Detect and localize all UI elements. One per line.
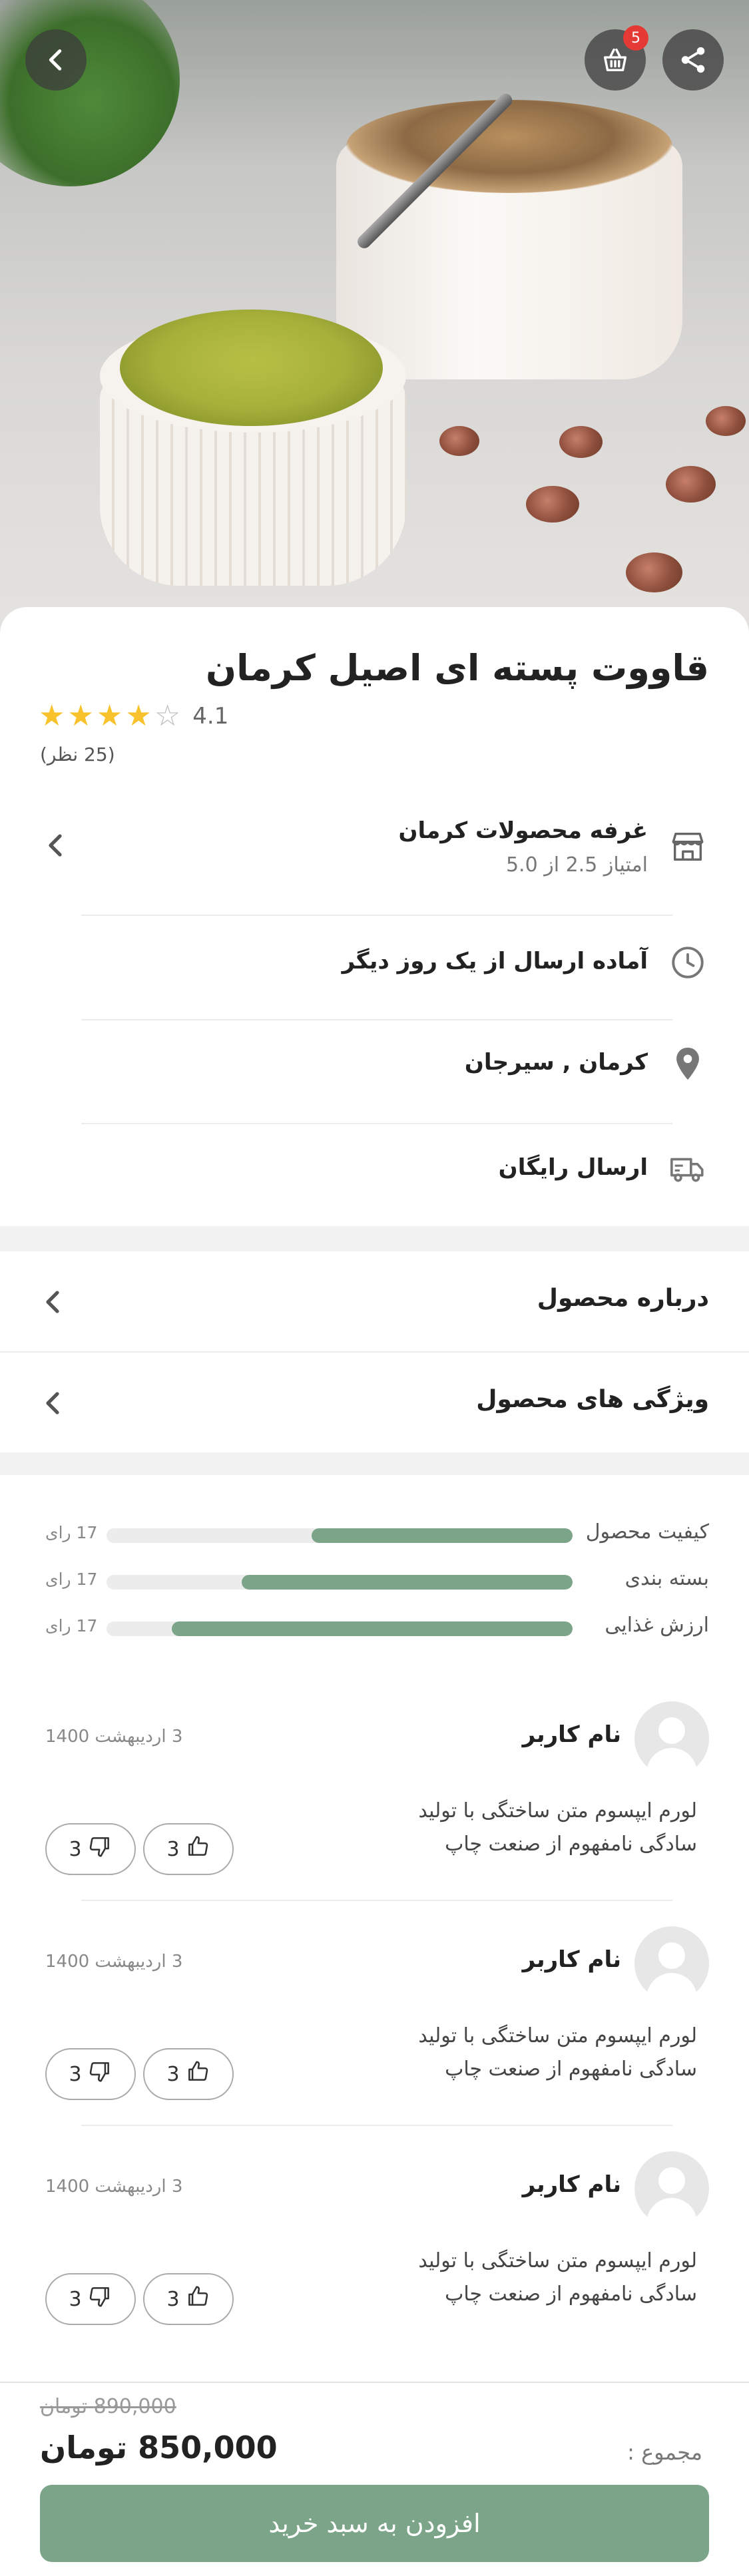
- share-icon: [681, 47, 705, 73]
- rating-bar-row: کیفیت محصول 17 رای: [40, 1520, 709, 1547]
- thumbs-down-icon: [87, 1834, 113, 1864]
- rating-bar-votes: 17 رای: [45, 1570, 98, 1589]
- truck-icon: [666, 1148, 709, 1190]
- back-button[interactable]: [25, 29, 87, 91]
- dislike-count: 3: [69, 2287, 82, 2311]
- product-features-row[interactable]: ویژگی های محصول: [0, 1353, 749, 1452]
- cart-button[interactable]: 5: [585, 25, 648, 91]
- dislike-count: 3: [69, 1837, 82, 1861]
- review-text: لورم ایپسوم متن ساختگی با تولید سادگی نا…: [418, 2249, 697, 2306]
- product-image: [0, 0, 749, 666]
- review-date: 3 اردیبهشت 1400: [45, 2177, 183, 2197]
- share-button[interactable]: [662, 29, 724, 91]
- like-button[interactable]: 3: [143, 1823, 234, 1875]
- dislike-button[interactable]: 3: [45, 2273, 136, 2325]
- thumbs-up-icon: [185, 1834, 210, 1864]
- shipping-text: ارسال رایگان: [498, 1154, 648, 1181]
- chevron-left-icon: [46, 1392, 59, 1414]
- like-button[interactable]: 3: [143, 2048, 234, 2100]
- like-count: 3: [166, 2287, 180, 2311]
- dislike-count: 3: [69, 2062, 82, 2086]
- about-product-label: درباره محصول: [537, 1285, 709, 1312]
- shipping-time-row: آماده ارسال از یک روز دیگر: [40, 923, 709, 1002]
- shop-row[interactable]: غرفه محصولات کرمان امتیاز 2.5 از 5.0: [40, 799, 709, 892]
- review-user-name: نام کاربر: [522, 1721, 621, 1748]
- rating-bar-track: [107, 1621, 573, 1636]
- star-icon: ★: [125, 699, 152, 733]
- review-item: نام کاربر 3 اردیبهشت 1400 لورم ایپسوم متن …: [40, 1701, 709, 1888]
- store-icon: [666, 825, 709, 868]
- review-text: لورم ایپسوم متن ساختگی با تولید سادگی نا…: [418, 1799, 697, 1856]
- about-product-row[interactable]: درباره محصول: [0, 1251, 749, 1351]
- add-to-cart-button[interactable]: افزودن به سبد خرید: [40, 2485, 709, 2562]
- product-rating: ★ ★ ★ ★ ☆ 4.1: [39, 702, 228, 731]
- rating-bar-row: بسته بندی 17 رای: [40, 1567, 709, 1594]
- chevron-left-icon: [46, 1291, 59, 1313]
- dislike-button[interactable]: 3: [45, 2048, 136, 2100]
- user-avatar: [634, 2151, 709, 2226]
- review-text: لورم ایپسوم متن ساختگی با تولید سادگی نا…: [418, 2024, 697, 2081]
- thumbs-down-icon: [87, 2059, 113, 2089]
- review-item: نام کاربر 3 اردیبهشت 1400 لورم ایپسوم متن …: [40, 2151, 709, 2338]
- purchase-bar: 890,000 تومان 850,000 تومان مجموع : افزو…: [0, 2382, 749, 2576]
- rating-bar-label: ارزش غذایی: [605, 1613, 709, 1637]
- product-info-card: قاووت پسته ای اصیل کرمان ★ ★ ★ ★ ☆ 4.1 (…: [0, 607, 749, 1226]
- total-label: مجموع :: [627, 2440, 702, 2465]
- rating-bar-row: ارزش غذایی 17 رای: [40, 1613, 709, 1640]
- current-price: 850,000 تومان: [40, 2430, 278, 2466]
- star-icon: ★: [39, 699, 65, 733]
- user-avatar: [634, 1926, 709, 2001]
- rating-value: 4.1: [192, 703, 229, 730]
- star-empty-icon: ☆: [154, 699, 181, 733]
- rating-bar-track: [107, 1575, 573, 1590]
- clock-icon: [666, 941, 709, 984]
- rating-bar-track: [107, 1528, 573, 1543]
- user-avatar: [634, 1701, 709, 1776]
- rating-bar-votes: 17 رای: [45, 1523, 98, 1542]
- review-user-name: نام کاربر: [522, 2171, 621, 2198]
- location-row: کرمان , سیرجان: [40, 1024, 709, 1104]
- product-details-section: درباره محصول ویژگی های محصول: [0, 1251, 749, 1452]
- rating-bar-label: بسته بندی: [624, 1567, 709, 1590]
- thumbs-up-icon: [185, 2284, 210, 2314]
- rating-bar-label: کیفیت محصول: [585, 1520, 709, 1544]
- review-user-name: نام کاربر: [522, 1946, 621, 1973]
- dislike-button[interactable]: 3: [45, 1823, 136, 1875]
- thumbs-down-icon: [87, 2284, 113, 2314]
- rating-bar-votes: 17 رای: [45, 1616, 98, 1635]
- rating-bar-fill: [312, 1528, 573, 1543]
- review-item: نام کاربر 3 اردیبهشت 1400 لورم ایپسوم متن …: [40, 1926, 709, 2113]
- reviews-section: کیفیت محصول 17 رای بسته بندی 17 رای ارزش غذا…: [0, 1475, 749, 2382]
- old-price: 890,000 تومان: [40, 2395, 176, 2418]
- star-icon: ★: [96, 699, 123, 733]
- review-date: 3 اردیبهشت 1400: [45, 1727, 183, 1747]
- product-features-label: ویژگی های محصول: [476, 1386, 709, 1413]
- cart-icon: [603, 48, 627, 72]
- star-icon: ★: [67, 699, 94, 733]
- shop-name: غرفه محصولات کرمان: [398, 817, 648, 844]
- shipping-time-text: آماده ارسال از یک روز دیگر: [342, 948, 648, 974]
- rating-bar-fill: [242, 1575, 573, 1590]
- review-date: 3 اردیبهشت 1400: [45, 1952, 183, 1972]
- back-icon: [49, 49, 62, 71]
- like-button[interactable]: 3: [143, 2273, 234, 2325]
- shipping-row: ارسال رایگان: [40, 1129, 709, 1209]
- location-icon: [666, 1042, 709, 1085]
- like-count: 3: [166, 2062, 180, 2086]
- reviews-count: (25 نظر): [40, 744, 115, 765]
- shop-score: امتیاز 2.5 از 5.0: [505, 853, 648, 877]
- chevron-left-icon: [49, 834, 62, 857]
- rating-bar-fill: [172, 1621, 573, 1636]
- cart-count-badge: 5: [623, 25, 648, 51]
- product-title: قاووت پسته ای اصیل کرمان: [206, 647, 709, 689]
- thumbs-up-icon: [185, 2059, 210, 2089]
- location-text: کرمان , سیرجان: [464, 1049, 648, 1076]
- like-count: 3: [166, 1837, 180, 1861]
